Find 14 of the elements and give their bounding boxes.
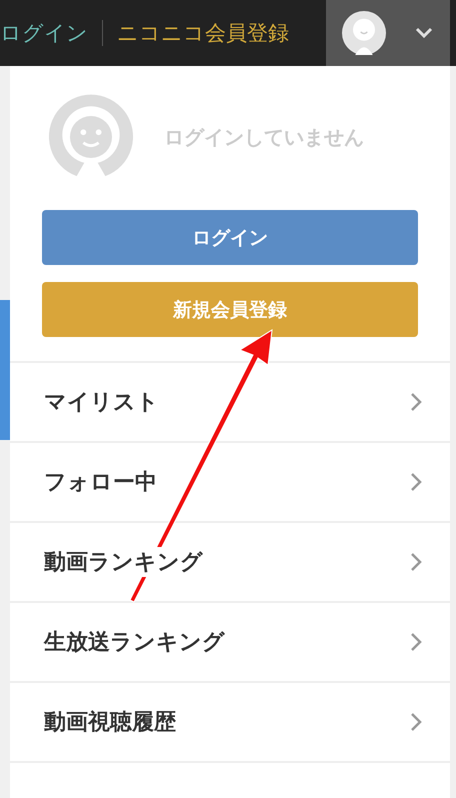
login-button[interactable]: ログイン — [42, 210, 418, 265]
menu-item[interactable]: 動画ランキング — [10, 523, 450, 603]
chevron-right-icon — [410, 472, 422, 492]
account-menu-button[interactable] — [326, 0, 450, 66]
login-link[interactable]: ログイン — [0, 19, 88, 47]
register-link[interactable]: ニコニコ会員登録 — [117, 19, 289, 47]
avatar-icon — [342, 11, 386, 55]
chevron-down-icon — [414, 27, 434, 39]
menu-item[interactable]: 生放送ランキング — [10, 603, 450, 683]
chevron-right-icon — [410, 632, 422, 652]
chevron-right-icon — [410, 712, 422, 732]
chevron-right-icon — [410, 392, 422, 412]
menu-item[interactable]: 動画視聴履歴 — [10, 683, 450, 763]
chevron-right-icon — [410, 552, 422, 572]
